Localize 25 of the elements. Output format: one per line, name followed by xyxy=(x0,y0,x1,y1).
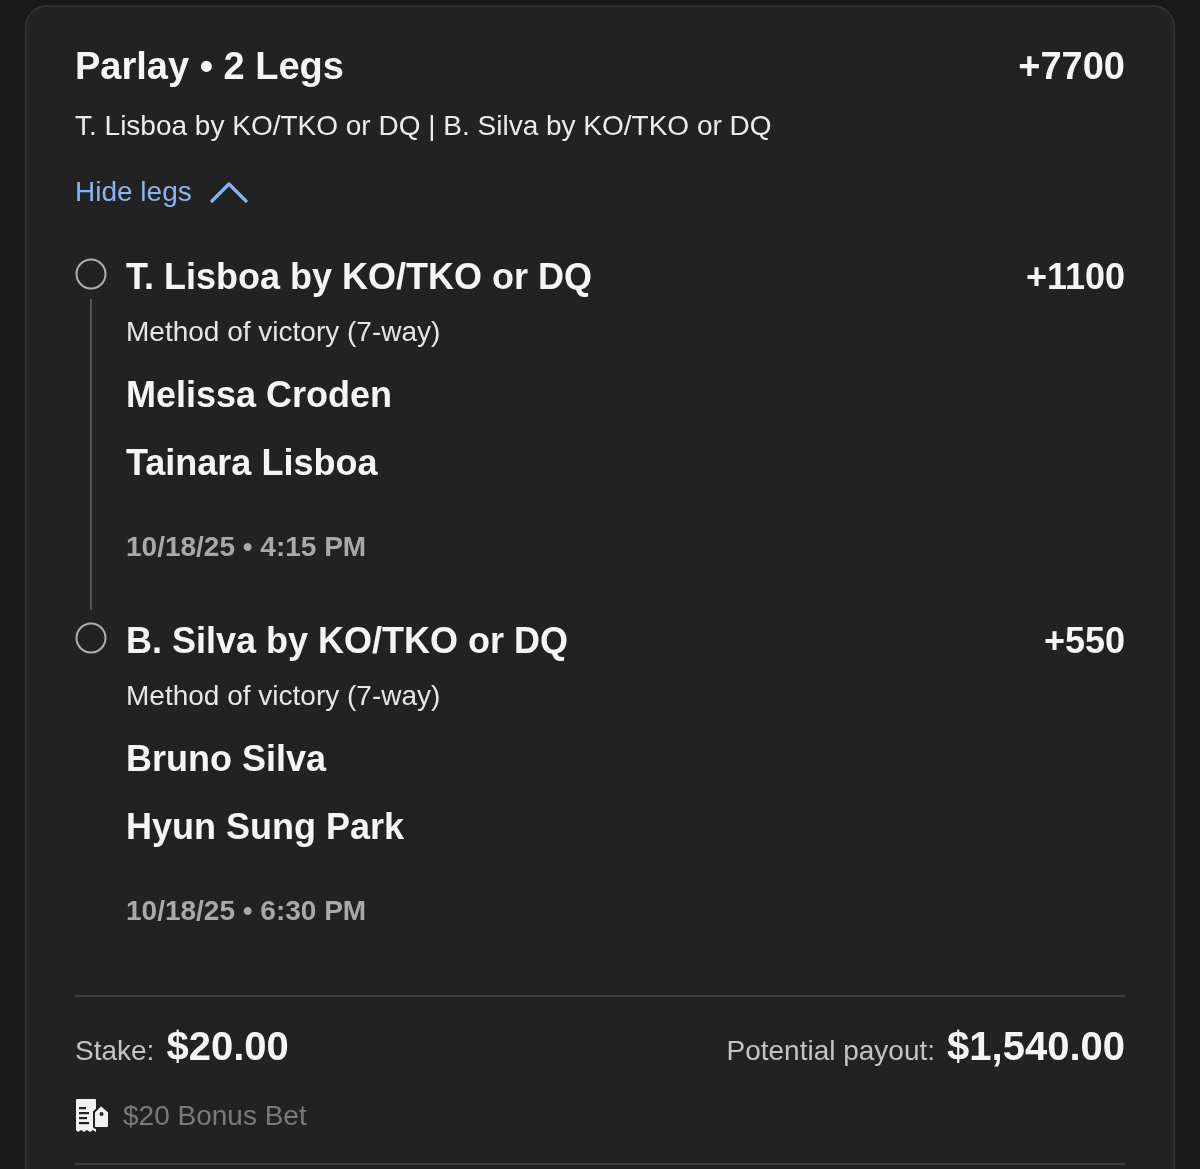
bonus-bet-label: $20 Bonus Bet xyxy=(123,1099,307,1133)
event-datetime: 10/18/25 • 6:30 PM xyxy=(126,894,368,928)
leg-selection: T. Lisboa by KO/TKO or DQ xyxy=(126,255,593,299)
chevron-icon xyxy=(209,181,248,203)
stake-label: Stake: xyxy=(75,1034,155,1068)
competitor-name: Bruno Silva xyxy=(126,737,328,781)
leg-status-circle-icon xyxy=(75,622,107,654)
event-datetime: 10/18/25 • 4:15 PM xyxy=(126,530,368,564)
competitor-name: Hyun Sung Park xyxy=(126,805,406,849)
stake-amount: $20.00 xyxy=(166,1023,289,1070)
payout-label: Potential payout: xyxy=(726,1034,936,1068)
competitor-name: Tainara Lisboa xyxy=(126,441,379,485)
receipt-tag-icon xyxy=(75,1098,111,1134)
bet-title: Parlay • 2 Legs xyxy=(75,44,344,89)
leg-status-circle-icon xyxy=(75,258,107,290)
leg-market: Method of victory (7-way) xyxy=(126,679,442,713)
leg-market: Method of victory (7-way) xyxy=(126,315,442,349)
payout-amount: $1,540.00 xyxy=(947,1023,1125,1070)
hide-legs-toggle[interactable]: Hide legs xyxy=(75,174,248,210)
competitor-name: Melissa Croden xyxy=(126,373,394,417)
bet-odds: +7700 xyxy=(1018,44,1125,89)
leg-odds: +550 xyxy=(1043,619,1125,663)
leg-selection: B. Silva by KO/TKO or DQ xyxy=(126,619,569,663)
bet-summary: T. Lisboa by KO/TKO or DQ | B. Silva by KO/TKO or DQ xyxy=(75,109,773,143)
leg-odds: +1100 xyxy=(1025,255,1125,299)
